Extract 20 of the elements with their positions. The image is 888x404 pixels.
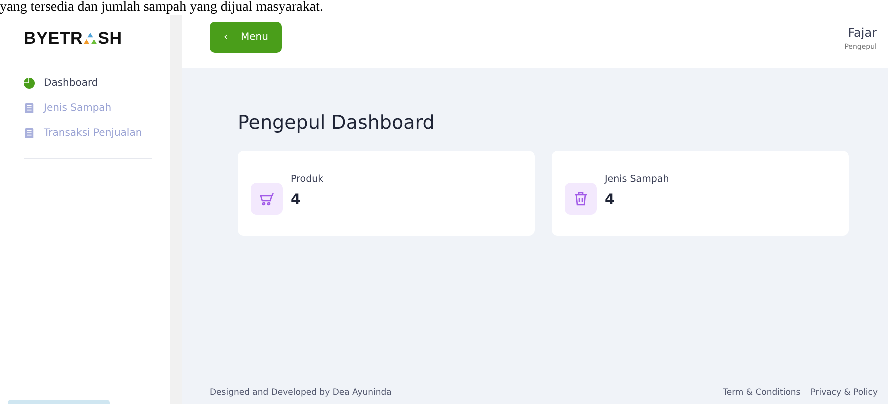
user-name: Fajar xyxy=(848,26,877,40)
page-title: Pengepul Dashboard xyxy=(238,112,436,134)
cart-icon xyxy=(259,191,275,207)
document-icon xyxy=(24,128,35,138)
document-icon xyxy=(24,102,35,114)
stat-label: Produk xyxy=(291,174,324,185)
logo-text: SH xyxy=(98,29,122,49)
footer-link[interactable]: Term & Conditions xyxy=(723,388,801,398)
stat-label: Jenis Sampah xyxy=(605,174,670,185)
pie-chart-icon xyxy=(24,78,35,88)
menu-button[interactable]: ‹ Menu xyxy=(210,22,282,53)
recycle-icon xyxy=(83,32,98,46)
document-text: yang tersedia dan jumlah sampah yang dijual masyarakat. xyxy=(0,0,324,15)
footer-link[interactable]: Privacy & Policy xyxy=(810,388,878,398)
sidebar-item[interactable]: Dashboard xyxy=(24,74,170,92)
trash-icon xyxy=(574,191,588,207)
stat-value: 4 xyxy=(605,192,616,208)
logo-text: BYETR xyxy=(24,29,84,49)
footer-credit: Designed and Developed by Dea Ayuninda xyxy=(210,388,392,398)
stat-value: 4 xyxy=(291,192,302,208)
